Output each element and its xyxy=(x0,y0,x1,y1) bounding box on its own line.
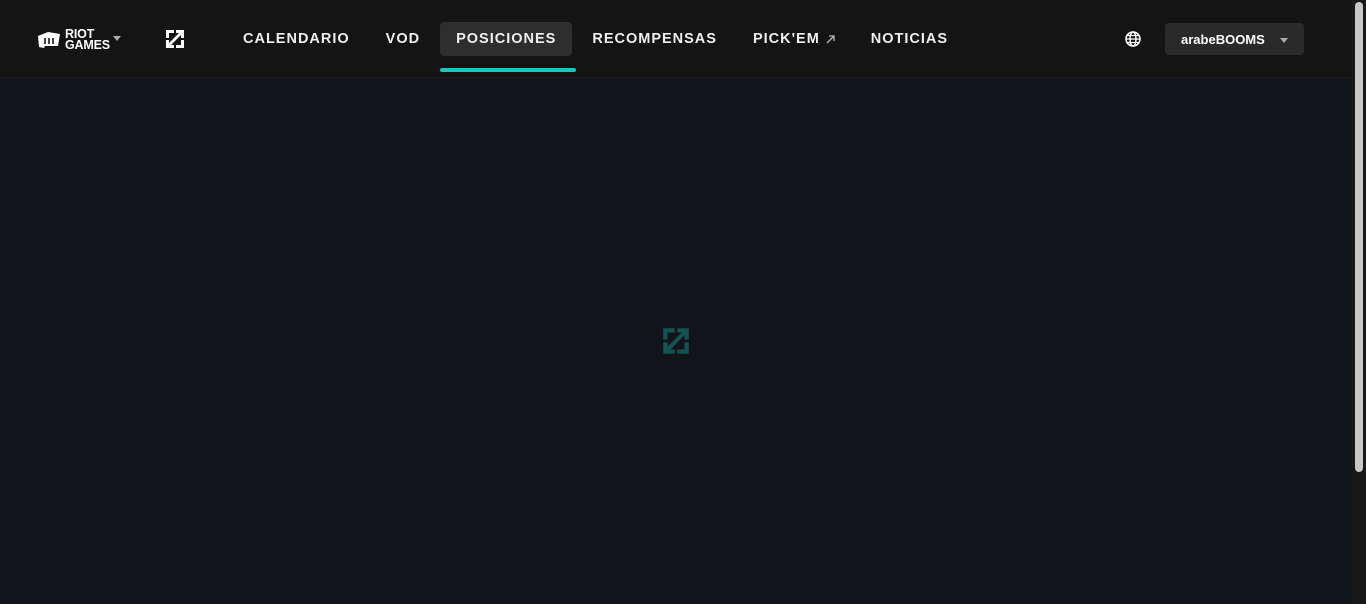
user-account-button[interactable]: arabeBOOMS xyxy=(1165,23,1304,55)
nav-item-recompensas[interactable]: RECOMPENSAS xyxy=(576,22,733,56)
scrollbar-thumb[interactable] xyxy=(1355,2,1363,472)
nav-item-posiciones[interactable]: POSICIONES xyxy=(440,22,577,72)
chevron-down-icon xyxy=(1280,38,1288,43)
external-link-arrow-icon xyxy=(826,34,835,43)
nav-item-label: CALENDARIO xyxy=(243,31,350,47)
username: arabeBOOMS xyxy=(1181,31,1265,47)
globe-icon[interactable] xyxy=(1123,29,1143,49)
nav-item-label: RECOMPENSAS xyxy=(592,31,717,47)
top-nav-bar: RIOT GAMES CALENDARIO VOD POSICIONES REC… xyxy=(0,0,1352,78)
main-nav: CALENDARIO VOD POSICIONES RECOMPENSAS PI… xyxy=(227,22,968,72)
chevron-down-icon xyxy=(112,35,121,41)
nav-item-label: PICK'EM xyxy=(752,31,820,47)
nav-item-calendario[interactable]: CALENDARIO xyxy=(227,22,366,56)
riot-games-logo[interactable]: RIOT GAMES xyxy=(36,27,132,53)
riot-games-wordmark: RIOT GAMES xyxy=(65,27,110,52)
riot-fist-icon xyxy=(38,32,60,48)
nav-item-label: NOTICIAS xyxy=(870,31,949,47)
nav-item-noticias[interactable]: NOTICIAS xyxy=(855,22,964,56)
league-of-legends-icon[interactable] xyxy=(163,27,187,51)
nav-item-label: POSICIONES xyxy=(456,31,557,47)
nav-item-vod[interactable]: VOD xyxy=(370,22,436,56)
loading-icon xyxy=(663,328,689,354)
scrollbar[interactable] xyxy=(1352,0,1366,604)
nav-item-pickem[interactable]: PICK'EM xyxy=(737,22,851,56)
nav-item-label: VOD xyxy=(385,31,421,47)
